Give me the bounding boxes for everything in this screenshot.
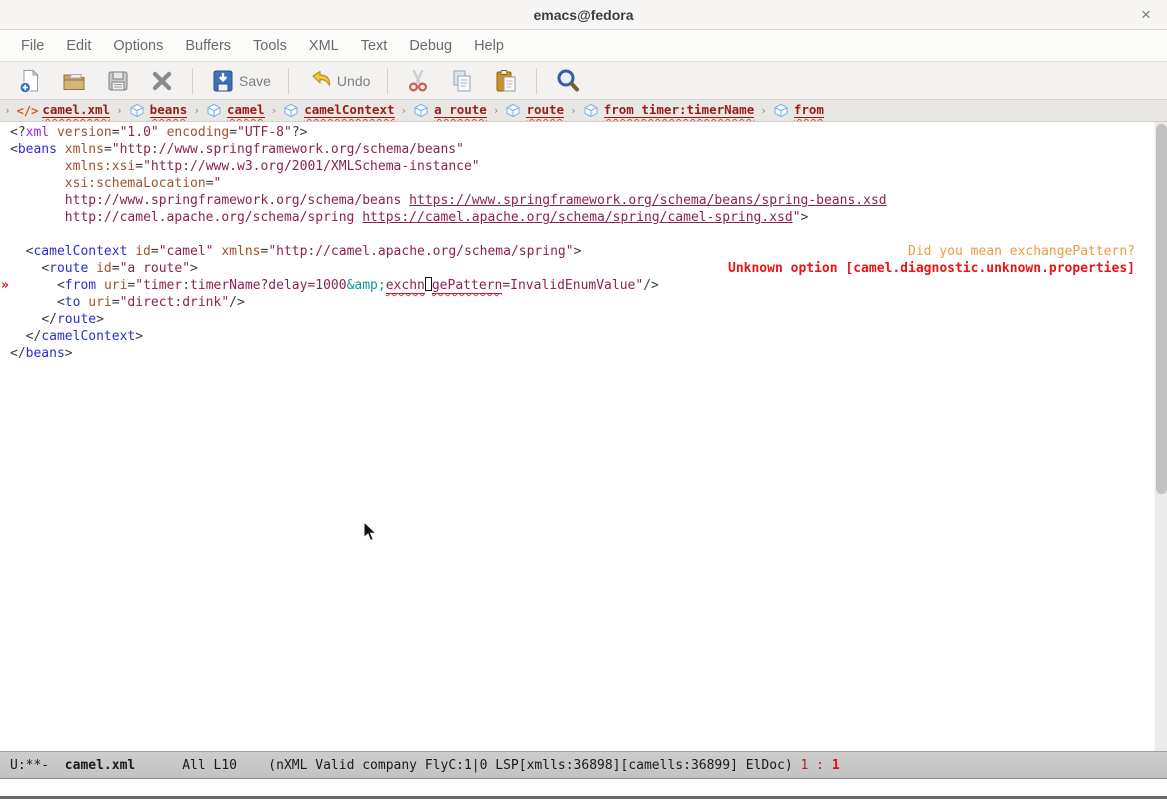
breadcrumb-file[interactable]: camel.xml — [42, 103, 110, 118]
menu-item-file[interactable]: File — [10, 38, 55, 54]
toolbar-separator — [536, 68, 537, 94]
code-line[interactable]: <?xml version="1.0" encoding="UTF-8"?> — [0, 124, 1148, 141]
code-line[interactable]: xmlns:xsi="http://www.w3.org/2001/XMLSch… — [0, 158, 1148, 175]
menu-bar: FileEditOptionsBuffersToolsXMLTextDebugH… — [0, 30, 1167, 62]
breadcrumb-item-route[interactable]: route — [526, 103, 564, 118]
echo-area[interactable] — [0, 779, 1167, 796]
modeline-segment: 1 — [801, 758, 809, 773]
breadcrumb-separator-icon: › — [116, 104, 123, 117]
new-file-icon — [17, 68, 43, 94]
toolbar-button-cut[interactable] — [396, 64, 440, 98]
cube-icon — [129, 103, 145, 118]
toolbar-button-save[interactable]: Save — [201, 64, 280, 98]
cube-icon — [413, 103, 429, 118]
menu-item-tools[interactable]: Tools — [242, 38, 298, 54]
copy-icon — [449, 68, 475, 94]
code-line[interactable] — [0, 226, 1148, 243]
scrollbar-thumb[interactable] — [1156, 124, 1167, 494]
breadcrumb-item-camel[interactable]: camel — [227, 103, 265, 118]
code-line[interactable]: <beans xmlns="http://www.springframework… — [0, 141, 1148, 158]
title-bar: emacs@fedora × — [0, 0, 1167, 30]
text-cursor — [425, 277, 432, 291]
editor-buffer[interactable]: <?xml version="1.0" encoding="UTF-8"?><b… — [0, 122, 1167, 751]
toolbar-button-search[interactable] — [545, 63, 591, 99]
open-folder-icon — [61, 68, 87, 94]
code-area[interactable]: <?xml version="1.0" encoding="UTF-8"?><b… — [0, 122, 1148, 362]
toolbar-button-open-folder[interactable] — [52, 64, 96, 98]
code-line[interactable]: </route> — [0, 311, 1148, 328]
menu-item-debug[interactable]: Debug — [398, 38, 463, 54]
breadcrumb-separator-icon: › — [271, 104, 278, 117]
mouse-pointer-icon — [363, 521, 377, 546]
cube-icon — [773, 103, 789, 118]
toolbar-button-copy[interactable] — [440, 64, 484, 98]
modeline-segment: camel.xml — [65, 758, 135, 773]
code-line[interactable]: </camelContext> — [0, 328, 1148, 345]
breadcrumb-separator-icon: › — [570, 104, 577, 117]
modeline-segment: 1 — [832, 758, 840, 773]
menu-item-buffers[interactable]: Buffers — [174, 38, 242, 54]
breadcrumb-item-a-route[interactable]: a route — [434, 103, 487, 118]
cube-icon — [583, 103, 599, 118]
code-line[interactable]: http://camel.apache.org/schema/spring ht… — [0, 209, 1148, 226]
breadcrumb-separator-icon: › — [401, 104, 408, 117]
mode-line[interactable]: U:**- camel.xml All L10 (nXML Valid comp… — [0, 751, 1167, 779]
toolbar-button-undo[interactable]: Undo — [297, 64, 379, 98]
breadcrumb-separator-icon: › — [493, 104, 500, 117]
toolbar-button-new-file[interactable] — [8, 64, 52, 98]
menu-item-options[interactable]: Options — [102, 38, 174, 54]
toolbar-separator — [387, 68, 388, 94]
close-buffer-icon — [149, 68, 175, 94]
paste-icon — [493, 68, 519, 94]
menu-item-xml[interactable]: XML — [298, 38, 350, 54]
cube-icon — [283, 103, 299, 118]
breadcrumb-separator-icon: › — [760, 104, 767, 117]
diagnostic-warning: Did you mean exchangePattern? — [908, 243, 1135, 260]
menu-item-help[interactable]: Help — [463, 38, 515, 54]
code-line[interactable]: </beans> — [0, 345, 1148, 362]
breadcrumb-item-from[interactable]: from — [794, 103, 824, 118]
cube-icon — [505, 103, 521, 118]
breadcrumb: › </>camel.xml › beans › camel › camelContext › a… — [0, 100, 1167, 122]
toolbar-separator — [288, 68, 289, 94]
code-line[interactable]: <to uri="direct:drink"/> — [0, 294, 1148, 311]
breadcrumb-separator-icon: › — [193, 104, 200, 117]
modeline-segment: : — [808, 758, 831, 773]
diagnostic-error: Unknown option [camel.diagnostic.unknown… — [728, 260, 1135, 277]
save-label: Save — [239, 73, 271, 89]
modeline-segment: U:**- — [10, 758, 65, 773]
breadcrumb-item-camelcontext[interactable]: camelContext — [304, 103, 394, 118]
breadcrumb-item-beans[interactable]: beans — [150, 103, 188, 118]
save-icon — [210, 68, 236, 94]
modeline-segment: All L10 (nXML Valid company FlyC:1|0 LSP… — [135, 758, 800, 773]
flycheck-error-fringe-icon: » — [1, 277, 9, 294]
breadcrumb-item-from-timer-timername[interactable]: from timer:timerName — [604, 103, 755, 118]
cube-icon — [206, 103, 222, 118]
close-window-icon[interactable]: × — [1135, 4, 1157, 26]
window-title: emacs@fedora — [533, 7, 633, 23]
toolbar-button-close-buffer[interactable] — [140, 64, 184, 98]
code-line[interactable]: xsi:schemaLocation=" — [0, 175, 1148, 192]
breadcrumb-leading-chevron: › — [4, 104, 11, 117]
toolbar-button-paste[interactable] — [484, 64, 528, 98]
code-icon: </> — [17, 104, 39, 118]
search-icon — [554, 67, 582, 95]
tool-bar: Save Undo — [0, 62, 1167, 100]
undo-label: Undo — [337, 73, 370, 89]
menu-item-text[interactable]: Text — [350, 38, 399, 54]
menu-item-edit[interactable]: Edit — [55, 38, 102, 54]
undo-icon — [306, 68, 334, 94]
code-line[interactable]: http://www.springframework.org/schema/be… — [0, 192, 1148, 209]
save-floppy-icon — [105, 68, 131, 94]
toolbar-button-save-floppy[interactable] — [96, 64, 140, 98]
toolbar-separator — [192, 68, 193, 94]
scrollbar[interactable] — [1154, 122, 1167, 751]
emacs-window: emacs@fedora × FileEditOptionsBuffersToo… — [0, 0, 1167, 799]
cut-icon — [405, 68, 431, 94]
code-line[interactable]: <from uri="timer:timerName?delay=1000&am… — [0, 277, 1148, 294]
